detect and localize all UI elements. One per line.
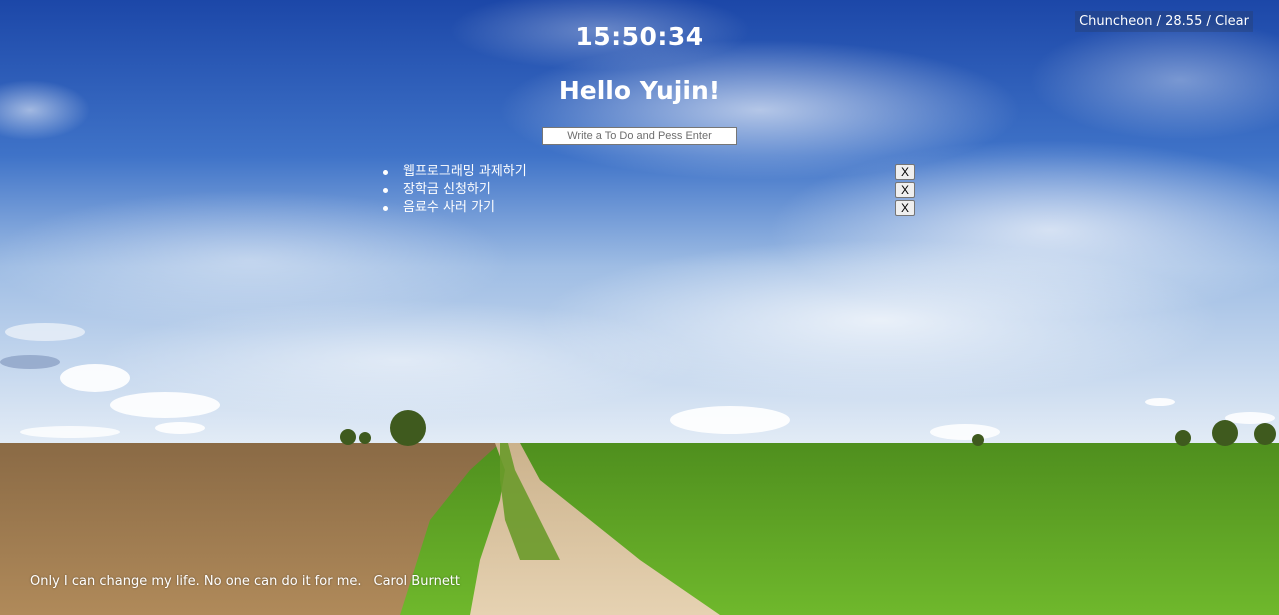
todo-item: 웹프로그래밍 과제하기 X (380, 163, 916, 181)
page: Chuncheon / 28.55 / Clear 15:50:34 Hello… (0, 0, 1279, 615)
todo-item: 장학금 신청하기 X (380, 181, 916, 199)
todo-list: 웹프로그래밍 과제하기 X 장학금 신청하기 X 음료수 사러 가기 X (380, 163, 916, 217)
todo-item: 음료수 사러 가기 X (380, 199, 916, 217)
bullet-icon (383, 206, 388, 211)
bullet-icon (383, 188, 388, 193)
delete-todo-button[interactable]: X (895, 164, 915, 180)
bullet-icon (383, 170, 388, 175)
todo-text: 장학금 신청하기 (403, 182, 491, 197)
delete-todo-button[interactable]: X (895, 200, 915, 216)
todo-text: 음료수 사러 가기 (403, 200, 495, 215)
todo-text: 웹프로그래밍 과제하기 (403, 164, 527, 179)
greeting-title: Hello Yujin! (558, 76, 721, 105)
quote-text: Only I can change my life. No one can do… (30, 574, 362, 589)
quote-author: Carol Burnett (373, 574, 461, 589)
quote: Only I can change my life. No one can do… (30, 574, 460, 589)
todo-input[interactable] (542, 127, 737, 145)
clock-time: 15:50:34 (575, 22, 704, 51)
delete-todo-button[interactable]: X (895, 182, 915, 198)
